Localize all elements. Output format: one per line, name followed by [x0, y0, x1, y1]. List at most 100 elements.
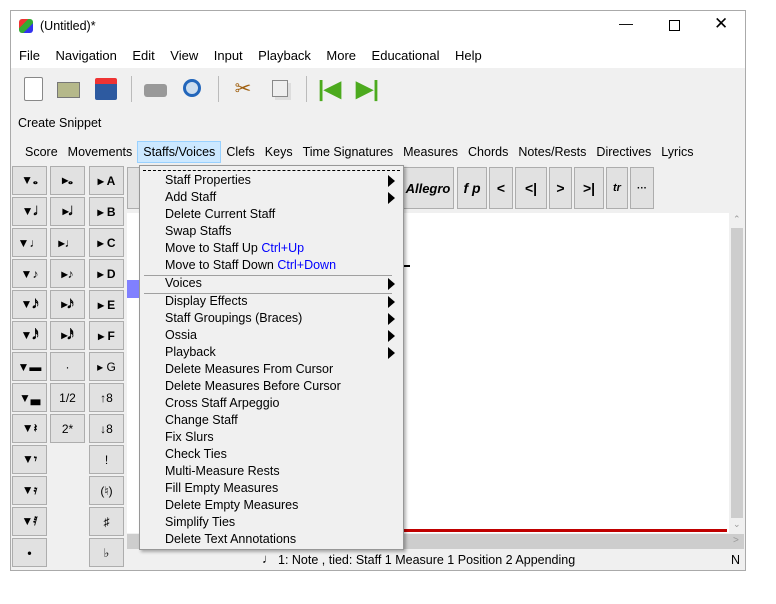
menu-item[interactable]: Cross Staff Arpeggio	[165, 395, 403, 412]
palette-button[interactable]: ▸♪	[50, 259, 85, 288]
tab-staffs-voices[interactable]: Staffs/Voices	[137, 141, 222, 163]
tab-chords[interactable]: Chords	[463, 142, 513, 162]
menu-item[interactable]: Fill Empty Measures	[165, 480, 403, 497]
scroll-up-icon[interactable]: ⌃	[733, 214, 741, 225]
scroll-right-icon[interactable]: >	[733, 535, 739, 546]
menu-item[interactable]: Add Staff	[165, 189, 403, 206]
diminuendo-button[interactable]: >	[549, 167, 572, 209]
allegro-button[interactable]: Allegro	[402, 167, 454, 209]
palette-button[interactable]: ▸𝅗𝅥	[50, 197, 85, 226]
palette-button[interactable]: ▼𝅘𝅥𝅯	[12, 290, 47, 319]
menu-navigation[interactable]: Navigation	[55, 48, 116, 63]
go-last-icon[interactable]: ▶|	[356, 76, 382, 102]
forte-piano-button[interactable]: f p	[457, 167, 487, 209]
palette-button[interactable]: ▼𝄽	[12, 414, 47, 443]
minimize-button[interactable]: —	[619, 15, 633, 31]
menu-item[interactable]: Voices	[165, 275, 403, 292]
palette-button[interactable]: ▼𝅀	[12, 507, 47, 536]
menu-item[interactable]: Display Effects	[165, 293, 403, 310]
menu-item[interactable]: Delete Measures From Cursor	[165, 361, 403, 378]
palette-button[interactable]: ▸ G	[89, 352, 124, 381]
open-folder-icon[interactable]	[56, 76, 82, 102]
menu-edit[interactable]: Edit	[132, 48, 154, 63]
menu-item[interactable]: Delete Current Staff	[165, 206, 403, 223]
vertical-scrollbar-thumb[interactable]	[731, 228, 743, 518]
menu-input[interactable]: Input	[214, 48, 243, 63]
go-first-icon[interactable]: |◀	[318, 76, 344, 102]
palette-button[interactable]: •	[12, 538, 47, 567]
palette-button[interactable]: ▸♩	[50, 228, 85, 257]
menu-more[interactable]: More	[326, 48, 356, 63]
palette-button[interactable]: ▼𝄾	[12, 445, 47, 474]
cut-icon[interactable]: ✂	[230, 76, 256, 102]
menu-item[interactable]: Move to Staff Up Ctrl+Up	[165, 240, 403, 257]
tab-clefs[interactable]: Clefs	[221, 142, 259, 162]
palette-button[interactable]: ▼𝅘𝅥𝅰	[12, 321, 47, 350]
menu-item[interactable]: Delete Text Annotations	[165, 531, 403, 548]
palette-button[interactable]: ▼𝅝	[12, 166, 47, 195]
palette-button[interactable]: ♯	[89, 507, 124, 536]
palette-button[interactable]: ▸ D	[89, 259, 124, 288]
palette-button[interactable]: ▼▃	[12, 383, 47, 412]
menu-item[interactable]: Change Staff	[165, 412, 403, 429]
palette-button[interactable]: ▸ B	[89, 197, 124, 226]
palette-button[interactable]: ▼▬	[12, 352, 47, 381]
tab-lyrics[interactable]: Lyrics	[656, 142, 698, 162]
menu-item[interactable]: Simplify Ties	[165, 514, 403, 531]
palette-button[interactable]: !	[89, 445, 124, 474]
maximize-button[interactable]	[669, 20, 680, 31]
palette-button[interactable]: ▸ C	[89, 228, 124, 257]
palette-button[interactable]: ♭	[89, 538, 124, 567]
menu-item[interactable]: Move to Staff Down Ctrl+Down	[165, 257, 403, 274]
palette-button[interactable]: ↑8	[89, 383, 124, 412]
menu-item[interactable]: Fix Slurs	[165, 429, 403, 446]
menu-help[interactable]: Help	[455, 48, 482, 63]
tab-movements[interactable]: Movements	[63, 142, 138, 162]
menu-item[interactable]: Playback	[165, 344, 403, 361]
palette-button[interactable]: ·	[50, 352, 85, 381]
palette-button[interactable]: 2*	[50, 414, 85, 443]
tab-keys[interactable]: Keys	[260, 142, 298, 162]
more-ornaments-button[interactable]: ···	[630, 167, 654, 209]
tab-directives[interactable]: Directives	[591, 142, 656, 162]
palette-button[interactable]: ▼𝄿	[12, 476, 47, 505]
close-button[interactable]: ✕	[714, 14, 728, 34]
create-snippet-button[interactable]: Create Snippet	[18, 116, 101, 130]
menu-view[interactable]: View	[170, 48, 198, 63]
palette-button[interactable]: ▸𝅝	[50, 166, 85, 195]
trill-button[interactable]: tr	[606, 167, 628, 209]
palette-button[interactable]: (♮)	[89, 476, 124, 505]
menu-item[interactable]: Staff Properties	[165, 172, 403, 189]
tab-score[interactable]: Score	[20, 142, 63, 162]
menu-playback[interactable]: Playback	[258, 48, 311, 63]
crescendo-end-button[interactable]: <|	[515, 167, 547, 209]
palette-button[interactable]: ▸𝅘𝅥𝅰	[50, 321, 85, 350]
tear-off-line[interactable]	[143, 170, 400, 171]
save-icon[interactable]	[93, 76, 119, 102]
palette-button[interactable]: ▼♪	[12, 259, 47, 288]
palette-button[interactable]: ▼𝅗𝅥	[12, 197, 47, 226]
tab-time-signatures[interactable]: Time Signatures	[298, 142, 399, 162]
print-preview-icon[interactable]	[180, 76, 206, 102]
menu-item[interactable]: Check Ties	[165, 446, 403, 463]
scroll-down-icon[interactable]: ⌄	[733, 519, 741, 530]
diminuendo-end-button[interactable]: >|	[574, 167, 604, 209]
palette-button[interactable]: ▸ A	[89, 166, 124, 195]
menu-file[interactable]: File	[19, 48, 40, 63]
palette-button[interactable]: ↓8	[89, 414, 124, 443]
menu-educational[interactable]: Educational	[372, 48, 440, 63]
tab-notes-rests[interactable]: Notes/Rests	[513, 142, 591, 162]
palette-button[interactable]: 1/2	[50, 383, 85, 412]
tab-measures[interactable]: Measures	[398, 142, 463, 162]
menu-item[interactable]: Multi-Measure Rests	[165, 463, 403, 480]
crescendo-button[interactable]: <	[489, 167, 513, 209]
menu-item[interactable]: Delete Empty Measures	[165, 497, 403, 514]
menu-item[interactable]: Ossia	[165, 327, 403, 344]
copy-icon[interactable]	[268, 76, 294, 102]
palette-button[interactable]: ▸𝅘𝅥𝅯	[50, 290, 85, 319]
new-file-icon[interactable]	[20, 76, 46, 102]
palette-button[interactable]: ▼♩	[12, 228, 47, 257]
print-icon[interactable]	[143, 76, 169, 102]
menu-item[interactable]: Swap Staffs	[165, 223, 403, 240]
menu-item[interactable]: Delete Measures Before Cursor	[165, 378, 403, 395]
